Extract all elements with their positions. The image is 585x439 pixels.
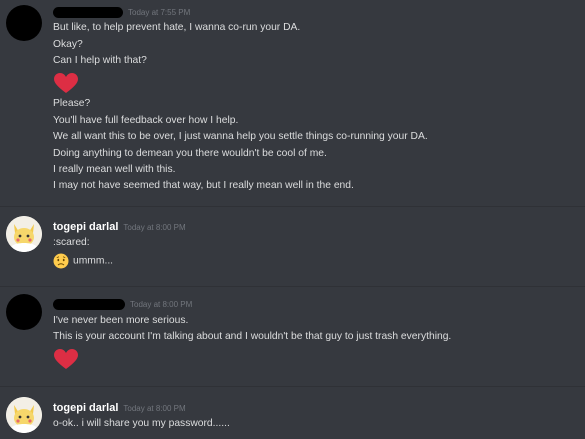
message-line: Please? [53, 98, 91, 109]
redacted-username[interactable] [53, 298, 125, 310]
timestamp: Today at 8:00 PM [123, 403, 186, 413]
message-divider [0, 286, 585, 287]
message-line: But like, to help prevent hate, I wanna … [53, 22, 301, 33]
avatar-image [6, 397, 42, 433]
worried-face-icon [53, 253, 69, 269]
message-line: You'll have full feedback over how I hel… [53, 115, 239, 126]
timestamp: Today at 7:55 PM [128, 7, 191, 17]
message-line: I may not have seemed that way, but I re… [53, 180, 354, 191]
message-line: :scared: [53, 237, 90, 248]
chat-log: Today at 7:55 PM But like, to help preve… [0, 0, 585, 439]
message-line: I've never been more serious. [53, 315, 189, 326]
message-line: I really mean well with this. [53, 164, 176, 175]
avatar[interactable] [6, 5, 42, 41]
message-divider [0, 386, 585, 387]
message-line: Can I help with that? [53, 55, 147, 66]
message-line: This is your account I'm talking about a… [53, 331, 452, 342]
message-line: Okay? [53, 39, 83, 50]
avatar-image [6, 216, 42, 252]
heart-icon [54, 73, 78, 93]
message-line: ummm... [53, 253, 113, 269]
avatar[interactable] [6, 216, 42, 252]
username[interactable]: togepi darlal [53, 402, 118, 414]
message-line: We all want this to be over, I just wann… [53, 131, 428, 142]
redacted-username[interactable] [53, 6, 123, 18]
heart-icon [54, 349, 78, 369]
message-text: ummm... [73, 255, 114, 267]
timestamp: Today at 8:00 PM [123, 222, 186, 232]
message-divider [0, 206, 585, 207]
timestamp: Today at 8:00 PM [130, 299, 193, 309]
message-header: Today at 7:55 PM [53, 5, 190, 19]
avatar[interactable] [6, 397, 42, 433]
message-header: Today at 8:00 PM [53, 297, 192, 311]
avatar[interactable] [6, 294, 42, 330]
message-header: togepi darlal Today at 8:00 PM [53, 401, 186, 415]
message-header: togepi darlal Today at 8:00 PM [53, 220, 186, 234]
message-line: Doing anything to demean you there would… [53, 148, 327, 159]
message-line: o-ok.. i will share you my password.....… [53, 418, 230, 429]
username[interactable]: togepi darlal [53, 221, 118, 233]
